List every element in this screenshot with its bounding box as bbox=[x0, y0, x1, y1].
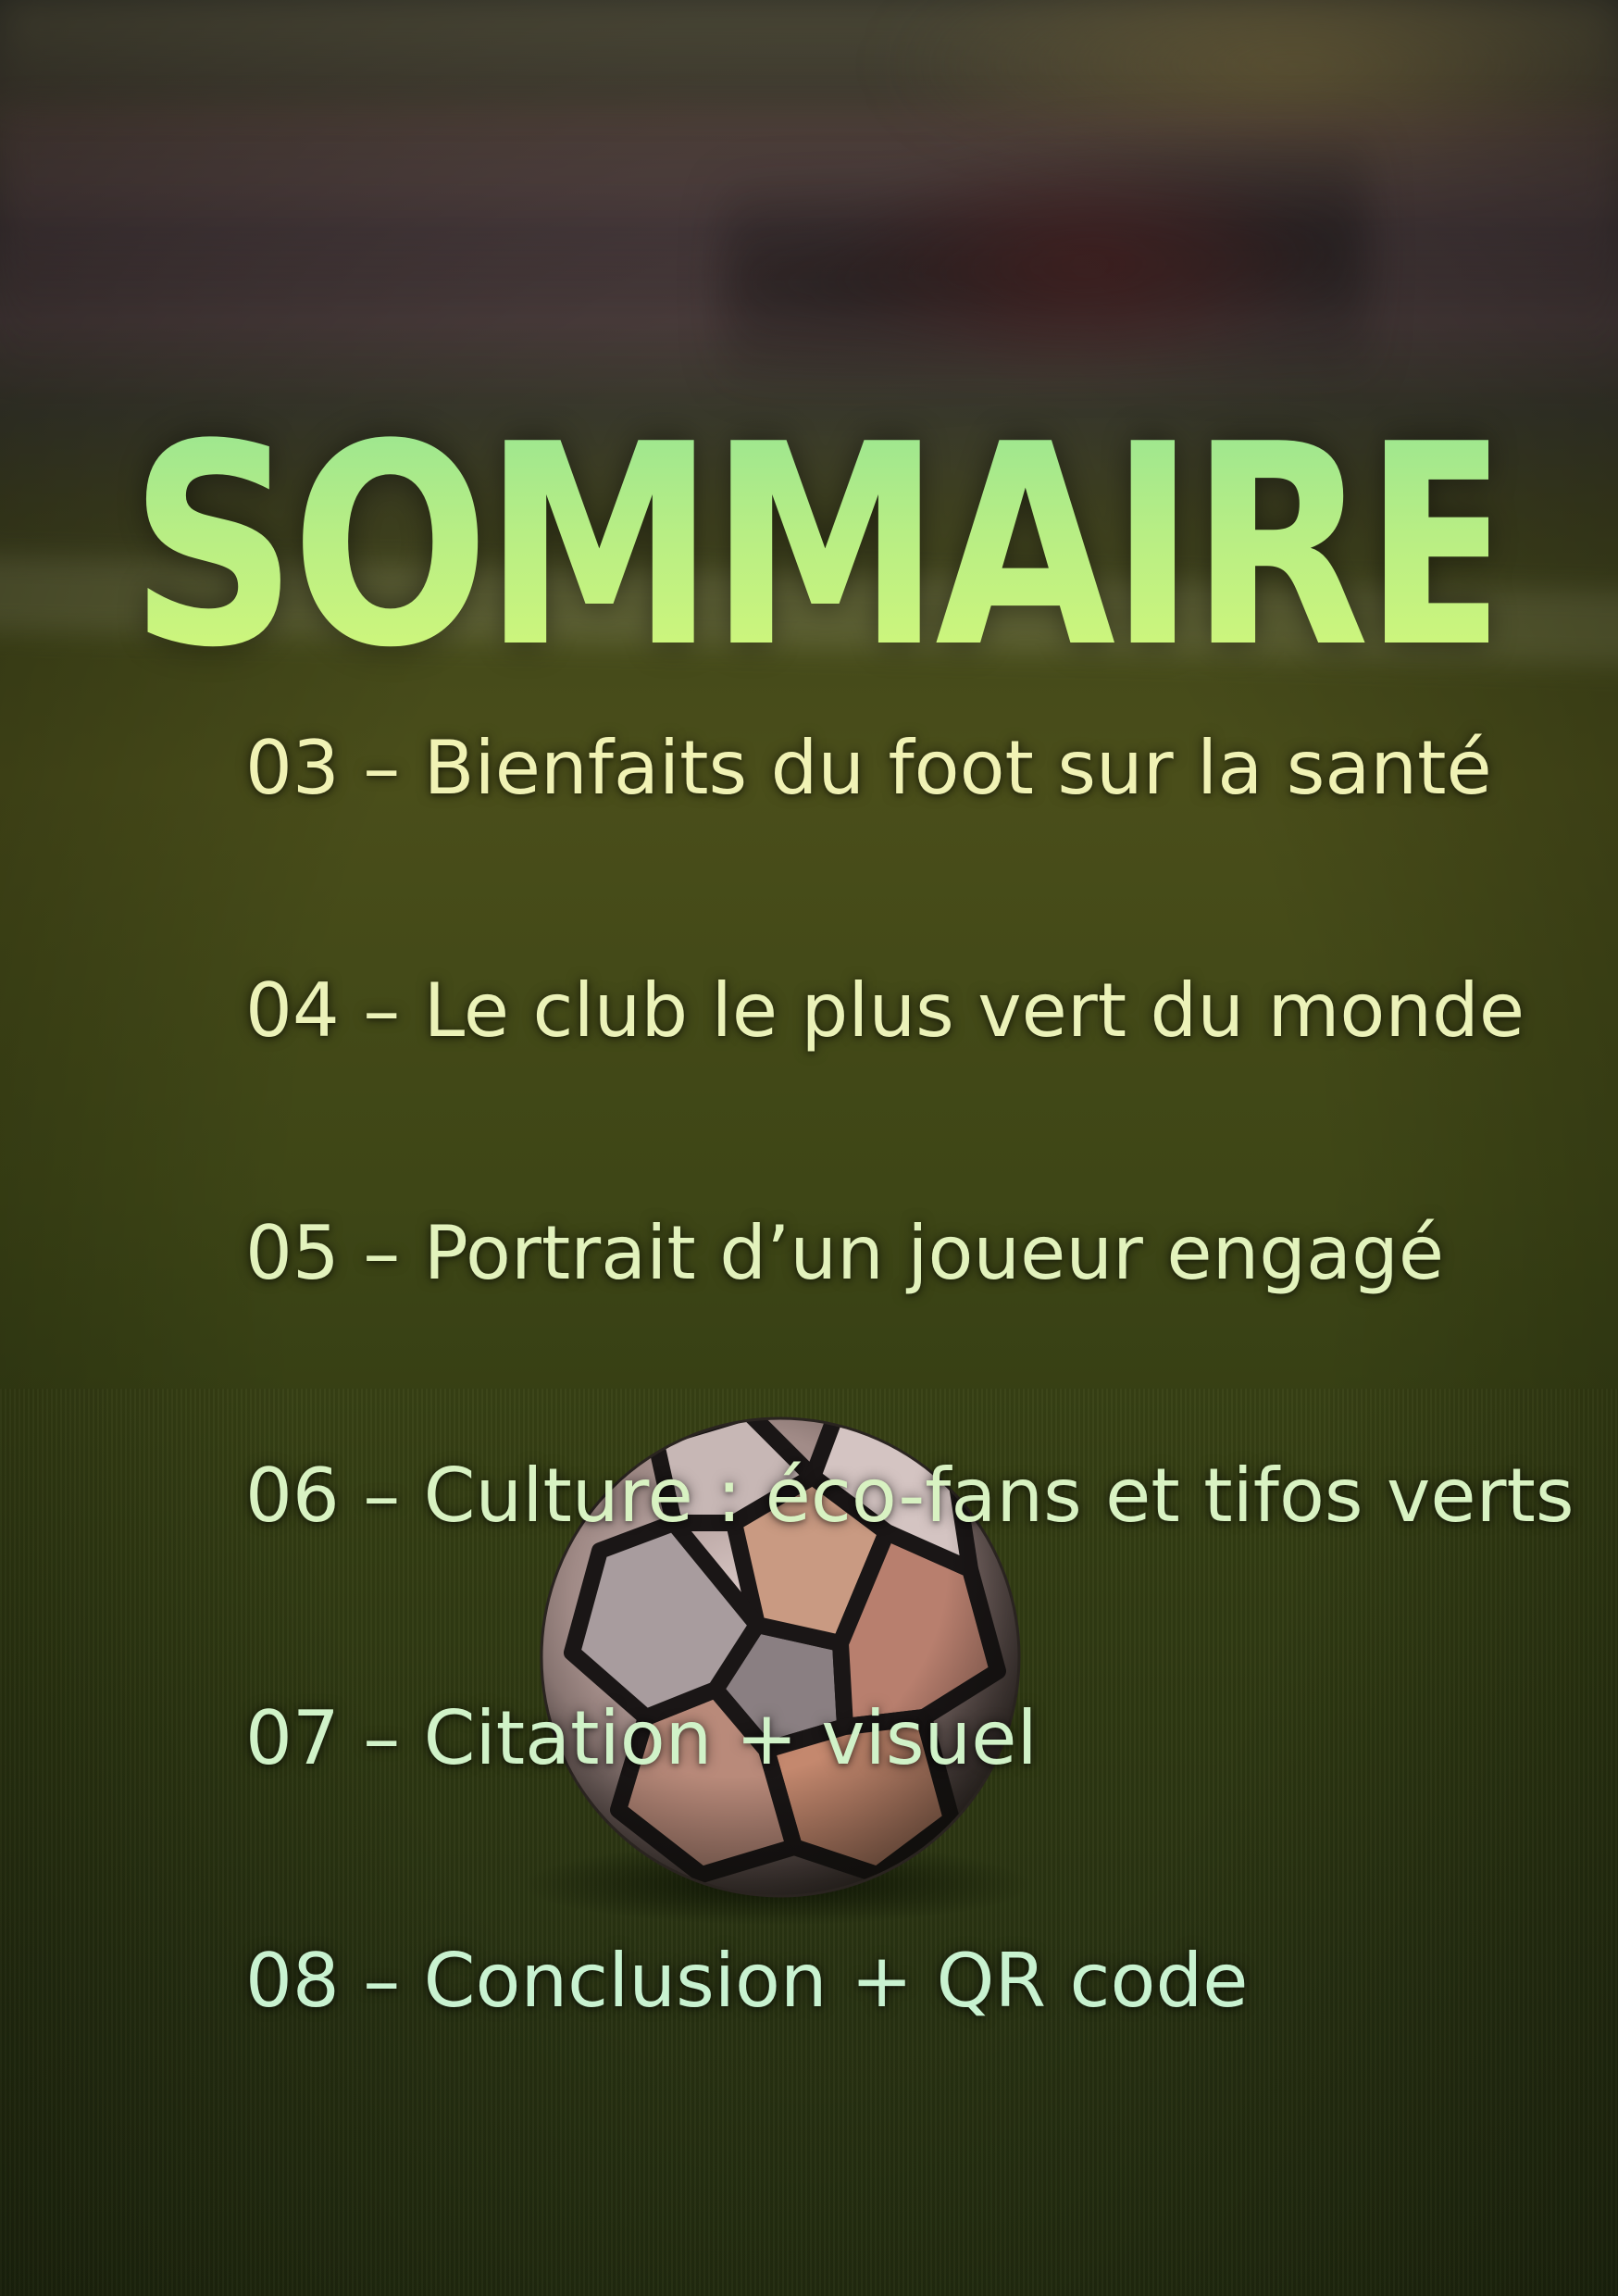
toc-item: 08 – Conclusion + QR code bbox=[245, 1935, 1574, 2177]
toc-item: 04 – Le club le plus vert du monde bbox=[245, 965, 1574, 1207]
toc-item: 05 – Portrait d’un joueur engagé bbox=[245, 1207, 1574, 1450]
toc-item: 06 – Culture : éco-fans et tifos verts bbox=[245, 1450, 1574, 1692]
toc-item-label: 04 – Le club le plus vert du monde bbox=[245, 967, 1525, 1054]
toc-item-label: 08 – Conclusion + QR code bbox=[245, 1938, 1249, 2024]
table-of-contents: 03 – Bienfaits du foot sur la santé 04 –… bbox=[245, 722, 1574, 2177]
toc-item: 07 – Citation + visuel bbox=[245, 1692, 1574, 1935]
summary-page: SOMMAIRE 03 – Bienfaits du foot sur la s… bbox=[0, 0, 1618, 2296]
toc-item: 03 – Bienfaits du foot sur la santé bbox=[245, 722, 1574, 965]
toc-item-label: 03 – Bienfaits du foot sur la santé bbox=[245, 725, 1492, 811]
toc-item-label: 05 – Portrait d’un joueur engagé bbox=[245, 1210, 1445, 1296]
page-title: SOMMAIRE bbox=[129, 385, 1523, 708]
toc-item-label: 06 – Culture : éco-fans et tifos verts bbox=[245, 1453, 1574, 1539]
toc-item-label: 07 – Citation + visuel bbox=[245, 1695, 1038, 1781]
